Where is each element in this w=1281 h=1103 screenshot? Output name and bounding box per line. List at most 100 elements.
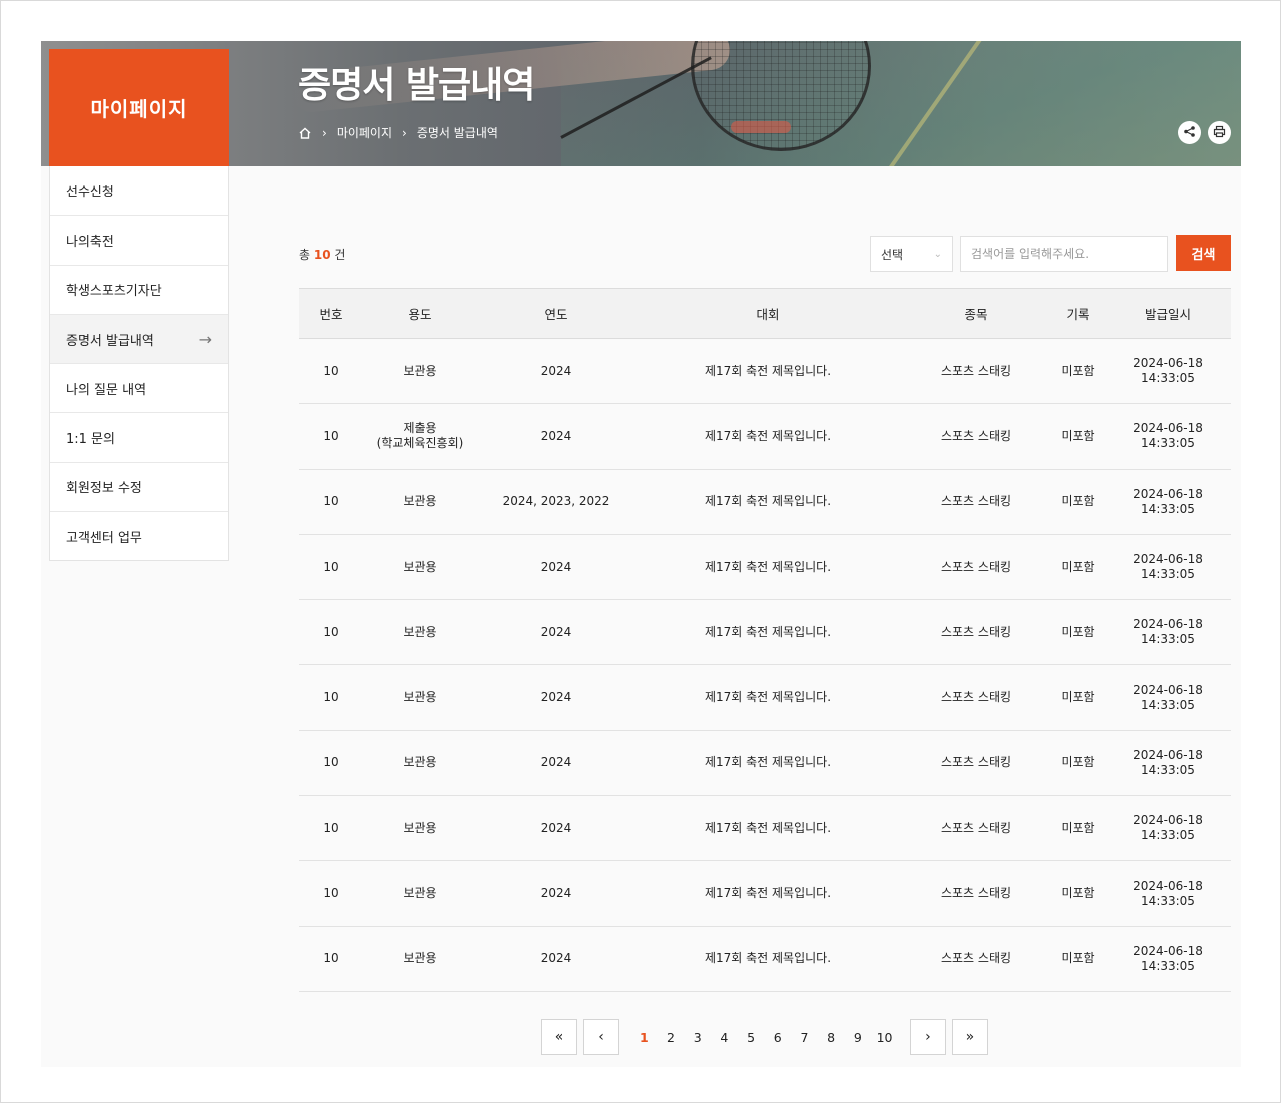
table-row[interactable]: 10 보관용 2024 제17회 축전 제목입니다. 스포츠 스태킹 미포함 2… [299, 730, 1231, 796]
cell-record: 미포함 [1061, 886, 1095, 901]
issued-time: 14:33:05 [1141, 958, 1195, 973]
page-number-current[interactable]: 1 [631, 1030, 658, 1045]
column-header-number: 번호 [319, 307, 343, 322]
cell-event: 제17회 축전 제목입니다. [704, 755, 832, 770]
cell-event: 제17회 축전 제목입니다. [704, 428, 832, 443]
cell-issued-at: 2024-06-18 14:33:05 [1105, 665, 1231, 730]
chevron-right-icon: › [925, 1029, 931, 1045]
issued-date: 2024-06-18 [1133, 617, 1203, 632]
cell-year: 2024 [540, 951, 572, 966]
cell-issued-at: 2024-06-18 14:33:05 [1105, 600, 1231, 665]
cell-event: 제17회 축전 제목입니다. [704, 690, 832, 705]
sidebar-item-my-festival[interactable]: 나의축전 [50, 215, 228, 264]
cell-record: 미포함 [1061, 820, 1095, 835]
table-row[interactable]: 10 보관용 2024 제17회 축전 제목입니다. 스포츠 스태킹 미포함 2… [299, 926, 1231, 992]
page-number[interactable]: 4 [711, 1030, 738, 1045]
table-row[interactable]: 10 보관용 2024 제17회 축전 제목입니다. 스포츠 스태킹 미포함 2… [299, 796, 1231, 861]
chevron-left-icon: ‹ [598, 1029, 604, 1045]
issued-time: 14:33:05 [1141, 436, 1195, 451]
cell-year: 2024 [540, 755, 572, 770]
page-number[interactable]: 10 [871, 1030, 898, 1045]
cell-event: 제17회 축전 제목입니다. [704, 886, 832, 901]
search-input[interactable] [960, 236, 1168, 272]
cell-record: 미포함 [1061, 690, 1095, 705]
cell-year: 2024 [540, 886, 572, 901]
total-suffix: 건 [334, 248, 346, 262]
cell-number: 10 [323, 755, 339, 770]
table-row[interactable]: 10 보관용 2024 제17회 축전 제목입니다. 스포츠 스태킹 미포함 2… [299, 665, 1231, 731]
sidebar-menu: 선수신청 나의축전 학생스포츠기자단 증명서 발급내역 → 나의 질문 내역 1:… [49, 166, 229, 562]
chevron-right-icon: › [322, 125, 327, 140]
cell-purpose: 보관용 [363, 861, 477, 926]
page-number[interactable]: 2 [658, 1030, 685, 1045]
sidebar-item-label: 1:1 문의 [66, 432, 115, 448]
search-type-select[interactable]: 선택 ⌄ [870, 236, 953, 272]
section-label: 마이페이지 [49, 49, 229, 166]
table-row[interactable]: 10 제출용 (학교체육진흥회) 2024 제17회 축전 제목입니다. 스포츠 … [299, 404, 1231, 470]
column-header-purpose: 용도 [408, 307, 432, 322]
cell-year: 2024 [540, 363, 572, 378]
table-row[interactable]: 10 보관용 2024 제17회 축전 제목입니다. 스포츠 스태킹 미포함 2… [299, 600, 1231, 665]
share-button[interactable] [1178, 121, 1201, 144]
print-button[interactable] [1208, 121, 1231, 144]
prev-page-button[interactable]: ‹ [583, 1019, 619, 1055]
page-number[interactable]: 6 [764, 1030, 791, 1045]
issued-time: 14:33:05 [1141, 828, 1195, 843]
sidebar-item-edit-profile[interactable]: 회원정보 수정 [50, 461, 228, 511]
double-chevron-left-icon: « [554, 1029, 564, 1045]
pagination: « ‹ 1 2 3 4 5 6 7 8 9 10 › » [541, 1019, 988, 1055]
page-number[interactable]: 8 [818, 1030, 845, 1045]
issued-date: 2024-06-18 [1133, 747, 1203, 762]
cell-sport: 스포츠 스태킹 [940, 624, 1012, 639]
purpose-text: 보관용 [403, 494, 437, 509]
last-page-button[interactable]: » [951, 1019, 988, 1055]
sidebar-item-certificates[interactable]: 증명서 발급내역 → [50, 313, 228, 364]
next-page-button[interactable]: › [909, 1019, 946, 1055]
issued-time: 14:33:05 [1141, 762, 1195, 777]
table-row[interactable]: 10 보관용 2024 제17회 축전 제목입니다. 스포츠 스태킹 미포함 2… [299, 339, 1231, 404]
cell-issued-at: 2024-06-18 14:33:05 [1105, 404, 1231, 469]
cell-event: 제17회 축전 제목입니다. [704, 820, 832, 835]
total-prefix: 총 [299, 248, 311, 262]
breadcrumb: › 마이페이지 › 증명서 발급내역 [298, 124, 498, 141]
page-number[interactable]: 5 [738, 1030, 765, 1045]
first-page-button[interactable]: « [541, 1019, 577, 1055]
cell-issued-at: 2024-06-18 14:33:05 [1105, 469, 1231, 534]
purpose-text: 보관용 [403, 363, 437, 378]
issued-date: 2024-06-18 [1133, 682, 1203, 697]
cell-year: 2024 [540, 820, 572, 835]
breadcrumb-item-mypage[interactable]: 마이페이지 [337, 124, 392, 141]
issued-date: 2024-06-18 [1133, 878, 1203, 893]
page-number[interactable]: 3 [684, 1030, 711, 1045]
cell-sport: 스포츠 스태킹 [940, 559, 1012, 574]
purpose-text: 보관용 [403, 951, 437, 966]
table-row[interactable]: 10 보관용 2024, 2023, 2022 제17회 축전 제목입니다. 스… [299, 469, 1231, 535]
cell-number: 10 [323, 690, 339, 705]
sidebar-item-inquiry[interactable]: 1:1 문의 [50, 412, 228, 461]
sidebar-item-my-questions[interactable]: 나의 질문 내역 [50, 363, 228, 412]
sidebar-item-player-application[interactable]: 선수신청 [50, 166, 228, 215]
cell-purpose: 보관용 [363, 339, 477, 404]
banner-shuttle [731, 121, 791, 133]
cell-issued-at: 2024-06-18 14:33:05 [1105, 796, 1231, 861]
chevron-right-icon: › [402, 125, 407, 140]
cell-purpose: 보관용 [363, 730, 477, 795]
page-number[interactable]: 9 [845, 1030, 872, 1045]
cell-purpose: 보관용 [363, 665, 477, 730]
page-number[interactable]: 7 [791, 1030, 818, 1045]
search-button[interactable]: 검색 [1176, 235, 1231, 271]
issued-time: 14:33:05 [1141, 697, 1195, 712]
cell-number: 10 [323, 494, 339, 509]
table-row[interactable]: 10 보관용 2024 제17회 축전 제목입니다. 스포츠 스태킹 미포함 2… [299, 534, 1231, 600]
cell-purpose: 보관용 [363, 796, 477, 861]
home-icon[interactable] [298, 126, 312, 140]
sidebar-item-customer-center[interactable]: 고객센터 업무 [50, 511, 228, 560]
cell-number: 10 [323, 559, 339, 574]
page-numbers: 1 2 3 4 5 6 7 8 9 10 [631, 1030, 898, 1045]
table-row[interactable]: 10 보관용 2024 제17회 축전 제목입니다. 스포츠 스태킹 미포함 2… [299, 861, 1231, 927]
sidebar-item-student-reporters[interactable]: 학생스포츠기자단 [50, 264, 228, 314]
total-count: 총 10 건 [299, 246, 345, 263]
cell-number: 10 [323, 363, 339, 378]
cell-record: 미포함 [1061, 428, 1095, 443]
issued-time: 14:33:05 [1141, 501, 1195, 516]
